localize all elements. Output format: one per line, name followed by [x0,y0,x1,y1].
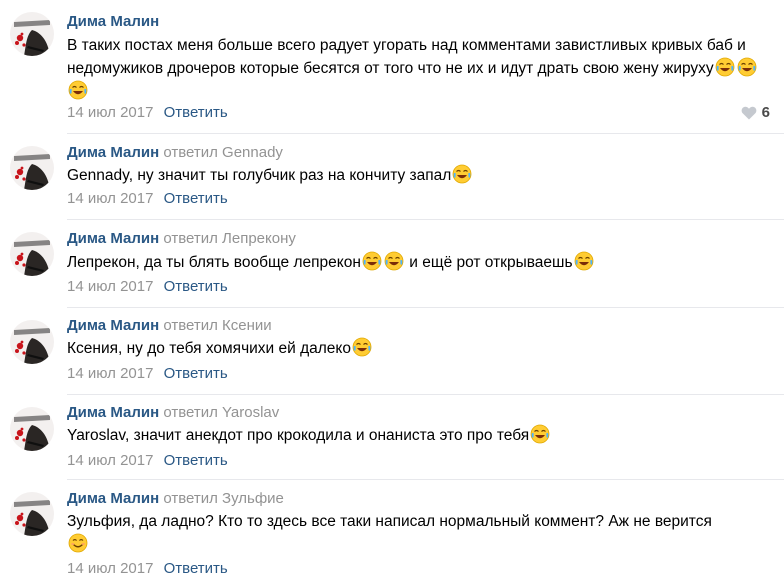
divider [67,394,784,395]
author-link[interactable]: Дима Малин [67,490,159,507]
reply-button[interactable]: Ответить [164,104,228,121]
replied-label: ответил [163,404,218,421]
comment-text: Gennady, ну значит ты голубчик раз на ко… [67,164,767,187]
author-link[interactable]: Дима Малин [67,144,159,161]
comment-date[interactable]: 14 июл 2017 [67,104,153,121]
avatar[interactable] [10,320,54,364]
divider [67,133,784,134]
comment-meta: 14 июл 2017 Ответить [67,190,228,208]
reply-to-link[interactable]: Ксении [222,317,272,334]
laughing-tears-emoji-icon [384,251,404,271]
comment-meta: 14 июл 2017 Ответить [67,278,228,296]
laughing-tears-emoji-icon [737,57,757,77]
avatar[interactable] [10,12,54,56]
laughing-tears-emoji-icon [574,251,594,271]
heart-icon [741,106,757,119]
avatar[interactable] [10,407,54,451]
divider [67,219,784,220]
replied-label: ответил [163,144,218,161]
smiling-emoji-icon [68,533,88,553]
comment-date[interactable]: 14 июл 2017 [67,560,153,577]
like-count: 6 [761,104,770,121]
reply-button[interactable]: Ответить [164,365,228,382]
author-link[interactable]: Дима Малин [67,404,159,421]
replied-label: ответил [163,317,218,334]
comment-text: Yaroslav, значит анекдот про крокодила и… [67,424,767,447]
like-button[interactable]: 6 [741,104,770,121]
comment-text: Лепрекон, да ты блять вообще лепрекон и … [67,251,767,274]
replied-label: ответил [163,230,218,247]
divider [67,479,784,480]
laughing-tears-emoji-icon [68,80,88,100]
comment-header: Дима Малин [67,13,159,31]
comment-date[interactable]: 14 июл 2017 [67,278,153,295]
reply-button[interactable]: Ответить [164,452,228,469]
author-link[interactable]: Дима Малин [67,13,159,30]
comment-date[interactable]: 14 июл 2017 [67,190,153,207]
comment-text: В таких постах меня больше всего радует … [67,35,767,103]
laughing-tears-emoji-icon [530,424,550,444]
comment-header: Дима Малин ответил Gennady [67,144,283,162]
reply-button[interactable]: Ответить [164,560,228,577]
laughing-tears-emoji-icon [715,57,735,77]
reply-button[interactable]: Ответить [164,190,228,207]
laughing-tears-emoji-icon [352,337,372,357]
comment-meta: 14 июл 2017 Ответить [67,560,228,578]
laughing-tears-emoji-icon [452,164,472,184]
author-link[interactable]: Дима Малин [67,230,159,247]
comment-header: Дима Малин ответил Зульфие [67,490,284,508]
avatar[interactable] [10,232,54,276]
comment-text: Ксения, ну до тебя хомячихи ей далеко [67,337,767,360]
comment-header: Дима Малин ответил Ксении [67,317,272,335]
comment-meta: 14 июл 2017 Ответить [67,365,228,383]
replied-label: ответил [163,490,218,507]
comment-text: Зульфия, да ладно? Кто то здесь все таки… [67,511,767,556]
reply-to-link[interactable]: Зульфие [222,490,284,507]
comment-header: Дима Малин ответил Лепрекону [67,230,296,248]
author-link[interactable]: Дима Малин [67,317,159,334]
comment-meta: 14 июл 2017 Ответить [67,104,228,122]
divider [67,307,784,308]
comment-header: Дима Малин ответил Yaroslav [67,404,279,422]
comment-date[interactable]: 14 июл 2017 [67,365,153,382]
reply-to-link[interactable]: Gennady [222,144,283,161]
laughing-tears-emoji-icon [362,251,382,271]
comment-date[interactable]: 14 июл 2017 [67,452,153,469]
reply-to-link[interactable]: Лепрекону [222,230,296,247]
comment-meta: 14 июл 2017 Ответить [67,452,228,470]
reply-button[interactable]: Ответить [164,278,228,295]
reply-to-link[interactable]: Yaroslav [222,404,279,421]
avatar[interactable] [10,146,54,190]
avatar[interactable] [10,492,54,536]
